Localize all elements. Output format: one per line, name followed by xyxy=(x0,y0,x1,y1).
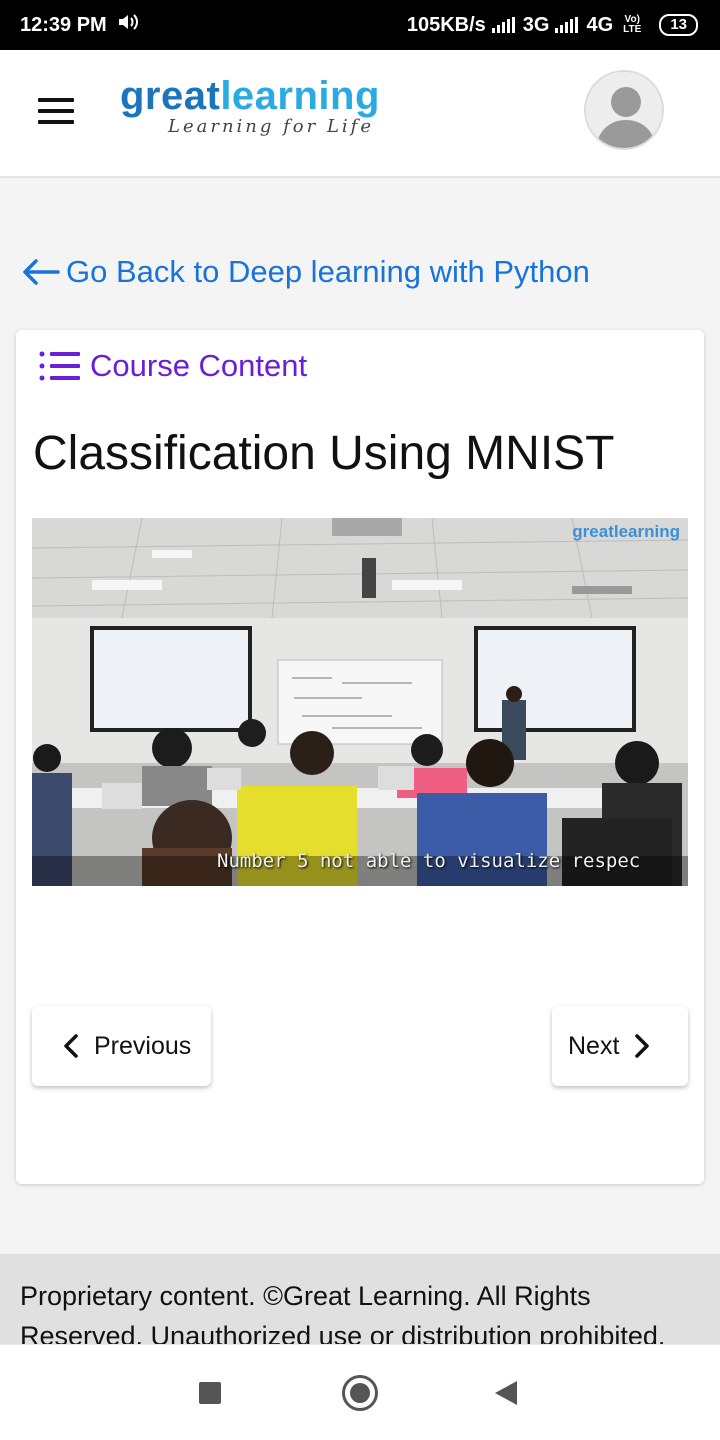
back-triangle-icon[interactable] xyxy=(495,1381,517,1405)
arrow-left-icon xyxy=(23,259,60,285)
video-player[interactable]: greatlearning Number 5 not able to visua… xyxy=(32,518,688,886)
signal-icon xyxy=(491,17,515,33)
app-header: greatlearning Learning for Life xyxy=(0,50,720,178)
network-type-2: 4G xyxy=(586,13,614,36)
battery-level: 13 xyxy=(670,16,687,33)
chevron-right-icon xyxy=(635,1034,650,1058)
status-left: 12:39 PM xyxy=(20,12,139,38)
logo[interactable]: greatlearning Learning for Life xyxy=(120,74,380,137)
hamburger-icon[interactable] xyxy=(38,98,74,124)
lesson-card: Course Content Classification Using MNIS… xyxy=(16,330,704,1184)
video-frame-image xyxy=(32,518,688,886)
next-label: Next xyxy=(568,1031,620,1060)
list-icon xyxy=(39,351,80,381)
logo-part-learning: learning xyxy=(220,74,380,118)
back-link-label: Go Back to Deep learning with Python xyxy=(66,254,590,289)
volume-icon xyxy=(117,12,139,38)
course-content-label: Course Content xyxy=(90,348,308,383)
previous-button[interactable]: Previous xyxy=(32,1006,211,1086)
user-avatar-icon[interactable] xyxy=(584,70,664,150)
lesson-title: Classification Using MNIST xyxy=(33,427,615,480)
footer-text: Proprietary content. ©Great Learning. Al… xyxy=(20,1281,666,1344)
back-link[interactable]: Go Back to Deep learning with Python xyxy=(22,254,590,290)
status-time: 12:39 PM xyxy=(20,13,107,36)
network-speed: 105KB/s xyxy=(406,13,486,36)
home-icon[interactable] xyxy=(342,1375,378,1411)
logo-wordmark: greatlearning xyxy=(120,74,380,118)
course-content-button[interactable]: Course Content xyxy=(38,348,307,384)
logo-tagline: Learning for Life xyxy=(168,116,374,137)
chevron-left-icon xyxy=(64,1034,78,1058)
logo-part-great: great xyxy=(120,74,221,118)
recent-apps-icon[interactable] xyxy=(199,1382,221,1404)
battery-icon: 13 xyxy=(659,14,698,36)
video-watermark: greatlearning xyxy=(572,522,680,541)
system-navigation-bar xyxy=(0,1344,720,1440)
previous-label: Previous xyxy=(94,1031,192,1060)
volte-icon: Vo) LTE xyxy=(623,15,641,35)
video-subtitle: Number 5 not able to visualize respec xyxy=(217,850,641,872)
signal-icon-2 xyxy=(555,17,579,33)
volte-bottom: LTE xyxy=(623,24,642,35)
status-bar: 12:39 PM 105KB/s 3G 4G Vo) LTE 13 xyxy=(0,0,720,50)
network-type-1: 3G xyxy=(522,13,550,36)
footer: Proprietary content. ©Great Learning. Al… xyxy=(0,1254,720,1344)
next-button[interactable]: Next xyxy=(552,1006,688,1086)
status-right: 105KB/s 3G 4G Vo) LTE 13 xyxy=(407,14,698,37)
